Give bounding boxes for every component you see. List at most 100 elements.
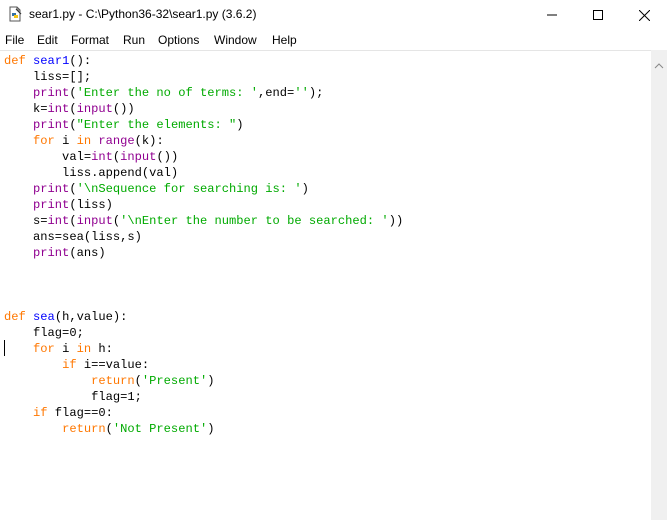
code-line[interactable]: print(liss)	[4, 197, 403, 213]
code-token: def	[4, 54, 26, 68]
code-editor[interactable]: def sear1(): liss=[]; print('Enter the n…	[0, 50, 651, 521]
code-line[interactable]: val=int(input())	[4, 149, 403, 165]
code-token: int	[47, 102, 70, 116]
code-token: i	[54, 342, 77, 356]
close-button[interactable]	[621, 0, 667, 30]
code-line[interactable]: k=int(input())	[4, 101, 403, 117]
code-line[interactable]: for i in h:	[4, 341, 403, 357]
code-token: )	[301, 182, 309, 196]
code-token: (liss)	[69, 198, 113, 212]
code-token: );	[308, 86, 324, 100]
code-line[interactable]: if i==value:	[4, 357, 403, 373]
menu-help[interactable]: Help	[272, 33, 297, 47]
code-line[interactable]: for i in range(k):	[4, 133, 403, 149]
code-token: (	[69, 102, 77, 116]
menu-bar: File Edit Format Run Options Window Help	[0, 30, 667, 50]
code-token: ())	[156, 150, 179, 164]
code-line[interactable]: print('\nSequence for searching is: ')	[4, 181, 403, 197]
vertical-scrollbar[interactable]	[651, 50, 667, 520]
menu-format[interactable]: Format	[71, 33, 109, 47]
close-icon	[638, 9, 650, 21]
code-line[interactable]: print('Enter the no of terms: ',end='');	[4, 85, 403, 101]
maximize-icon	[593, 10, 603, 20]
menu-window[interactable]: Window	[214, 33, 257, 47]
code-token: ''	[294, 86, 309, 100]
window-title: sear1.py - C:\Python36-32\sear1.py (3.6.…	[29, 7, 257, 21]
code-line[interactable]: liss=[];	[4, 69, 403, 85]
code-token: val=	[4, 150, 92, 164]
code-token: int	[47, 214, 70, 228]
code-line[interactable]: s=int(input('\nEnter the number to be se…	[4, 213, 403, 229]
code-token: '\nEnter the number to be searched: '	[120, 214, 389, 228]
code-token: input	[76, 214, 113, 228]
code-token: print	[33, 246, 70, 260]
code-line[interactable]: print(ans)	[4, 245, 403, 261]
code-token: return	[91, 374, 135, 388]
code-token: return	[62, 422, 106, 436]
menu-run[interactable]: Run	[123, 33, 145, 47]
minimize-icon	[547, 10, 557, 20]
code-line[interactable]: def sea(h,value):	[4, 309, 403, 325]
maximize-button[interactable]	[575, 0, 621, 30]
title-bar[interactable]: sear1.py - C:\Python36-32\sear1.py (3.6.…	[0, 0, 667, 30]
menu-file[interactable]: File	[5, 33, 24, 47]
text-cursor	[4, 340, 5, 356]
code-token: if	[33, 406, 48, 420]
code-line[interactable]: liss.append(val)	[4, 165, 403, 181]
code-token: )	[207, 374, 215, 388]
minimize-button[interactable]	[529, 0, 575, 30]
code-token: flag=0;	[4, 326, 84, 340]
scroll-up-arrow-icon[interactable]	[654, 56, 664, 74]
code-token: (	[69, 86, 77, 100]
code-token: def	[4, 310, 26, 324]
code-text-area[interactable]: def sear1(): liss=[]; print('Enter the n…	[4, 53, 403, 437]
code-line[interactable]: if flag==0:	[4, 405, 403, 421]
code-line[interactable]: print("Enter the elements: ")	[4, 117, 403, 133]
code-token: in	[76, 134, 92, 148]
code-token: int	[91, 150, 113, 164]
code-token: sear1	[33, 54, 70, 68]
code-line[interactable]: flag=1;	[4, 389, 403, 405]
python-file-icon	[7, 6, 23, 22]
code-token: "Enter the elements: "	[76, 118, 237, 132]
menu-options[interactable]: Options	[158, 33, 199, 47]
code-token: input	[76, 102, 113, 116]
code-token: '\nSequence for searching is: '	[76, 182, 302, 196]
code-token: ,end=	[258, 86, 295, 100]
code-token: in	[76, 342, 92, 356]
code-line[interactable]: return('Present')	[4, 373, 403, 389]
code-token: (ans)	[69, 246, 106, 260]
code-token: ans=sea(liss,s)	[4, 230, 142, 244]
code-line[interactable]	[4, 277, 403, 293]
code-token: k=	[4, 102, 48, 116]
code-line[interactable]: flag=0;	[4, 325, 403, 341]
code-token: (	[69, 118, 77, 132]
code-line[interactable]	[4, 261, 403, 277]
code-line[interactable]: return('Not Present')	[4, 421, 403, 437]
code-token: input	[120, 150, 157, 164]
code-line[interactable]: ans=sea(liss,s)	[4, 229, 403, 245]
code-line[interactable]: def sear1():	[4, 53, 403, 69]
code-token: i	[54, 134, 77, 148]
code-token: liss.append(val)	[4, 166, 179, 180]
code-line[interactable]	[4, 293, 403, 309]
code-token: (	[69, 214, 77, 228]
code-token: range	[98, 134, 135, 148]
code-token: (	[134, 374, 142, 388]
menu-edit[interactable]: Edit	[37, 33, 58, 47]
code-token: i==value:	[76, 358, 150, 372]
code-token: s=	[4, 214, 48, 228]
code-token: liss=[];	[4, 70, 92, 84]
code-token: ():	[69, 54, 92, 68]
code-token: print	[33, 86, 70, 100]
code-token: (h,value):	[54, 310, 128, 324]
code-token: )	[207, 422, 215, 436]
code-token: (	[69, 182, 77, 196]
